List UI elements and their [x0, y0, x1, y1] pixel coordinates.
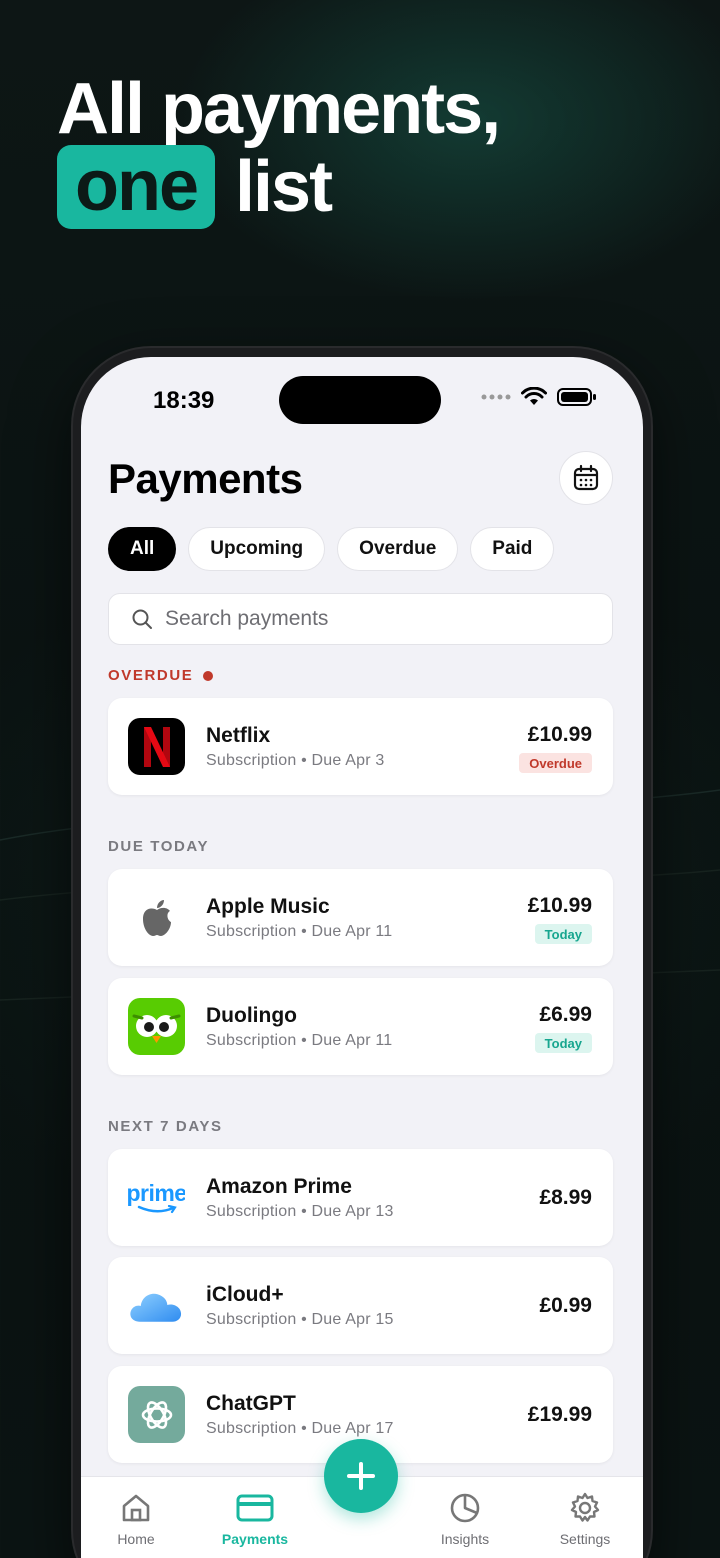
status-badge: Overdue [519, 753, 592, 773]
payment-meta: Subscription • Due Apr 3 [206, 752, 385, 769]
headline-line-1: All payments, [57, 69, 501, 149]
battery-icon [557, 388, 596, 406]
status-time: 18:39 [153, 387, 215, 414]
overdue-dot [203, 670, 214, 681]
payment-amount: £19.99 [527, 1403, 592, 1426]
payment-name: Netflix [206, 724, 271, 747]
tab-payments-label: Payments [221, 1531, 289, 1547]
section-overdue: OVERDUE [108, 667, 214, 684]
status-badge: Today [534, 924, 592, 944]
cloud-icon [130, 1293, 182, 1322]
home-icon [122, 1494, 150, 1522]
headline-highlight: one [57, 145, 216, 229]
status-icons [481, 387, 597, 407]
tab-payments[interactable]: Payments [200, 1491, 310, 1547]
tab-insights[interactable]: Insights [410, 1491, 520, 1547]
plus-icon [347, 1462, 375, 1490]
section-today-label: DUE TODAY [108, 838, 210, 855]
payment-name: Apple Music [206, 895, 330, 918]
netflix-logo-icon [128, 718, 185, 775]
payment-amount: £8.99 [539, 1186, 592, 1209]
payment-name: iCloud+ [206, 1283, 284, 1306]
section-today: DUE TODAY [108, 838, 209, 855]
gear-icon [570, 1492, 600, 1522]
card-icon [236, 1494, 274, 1522]
payment-meta: Subscription • Due Apr 11 [206, 1032, 393, 1049]
status-badge: Today [534, 1033, 592, 1053]
calendar-icon [573, 464, 599, 491]
filter-chips: All Upcoming Overdue Paid [108, 527, 555, 571]
headline-line-2: list [235, 147, 333, 227]
filter-all[interactable]: All [108, 527, 177, 571]
filter-overdue[interactable]: Overdue [337, 527, 459, 571]
phone-frame: 18:39 Payments All Upcoming Overdue Paid… [73, 348, 651, 1558]
payment-card-icloud[interactable]: iCloud+ Subscription • Due Apr 15 £0.99 [108, 1257, 613, 1354]
page-title: Payments [108, 455, 303, 502]
payment-name: Duolingo [206, 1004, 297, 1027]
payment-card-netflix[interactable]: Netflix Subscription • Due Apr 3 £10.99 … [108, 698, 613, 795]
tab-insights-label: Insights [440, 1531, 490, 1547]
payment-name: ChatGPT [206, 1392, 296, 1415]
calendar-button[interactable] [559, 451, 613, 505]
prime-logo-icon: prime [128, 1169, 185, 1226]
search-icon [132, 609, 152, 629]
payment-name: Amazon Prime [206, 1175, 352, 1198]
payment-meta: Subscription • Due Apr 17 [206, 1420, 394, 1437]
search-bar[interactable] [108, 593, 613, 645]
apple-logo-icon [128, 889, 185, 946]
payment-card-duolingo[interactable]: Duolingo Subscription • Due Apr 11 £6.99… [108, 978, 613, 1075]
payment-amount: £10.99 [527, 894, 592, 917]
section-next-7-days: NEXT 7 DAYS [108, 1118, 223, 1135]
payment-meta: Subscription • Due Apr 11 [206, 923, 393, 940]
filter-paid[interactable]: Paid [470, 527, 555, 571]
prime-smile-icon [137, 1204, 177, 1213]
payment-card-amazon-prime[interactable]: prime Amazon Prime Subscription • Due Ap… [108, 1149, 613, 1246]
wifi-icon [521, 387, 547, 405]
tab-home-label: Home [117, 1531, 155, 1547]
payment-meta: Subscription • Due Apr 15 [206, 1311, 394, 1328]
section-overdue-label: OVERDUE [108, 667, 194, 684]
add-payment-button[interactable] [324, 1439, 398, 1513]
tab-settings-label: Settings [559, 1531, 611, 1547]
prime-wordmark: prime [128, 1179, 185, 1206]
app-screen: 18:39 Payments All Upcoming Overdue Paid… [81, 357, 643, 1558]
openai-knot-icon [141, 1400, 172, 1429]
icloud-logo-icon [128, 1277, 185, 1334]
tab-settings[interactable]: Settings [530, 1491, 640, 1547]
tab-home[interactable]: Home [81, 1491, 191, 1547]
payment-amount: £0.99 [539, 1294, 592, 1317]
payment-meta: Subscription • Due Apr 13 [206, 1203, 394, 1220]
filter-upcoming[interactable]: Upcoming [188, 527, 326, 571]
section-next-7-days-label: NEXT 7 DAYS [108, 1118, 223, 1135]
netflix-n-icon [143, 726, 170, 767]
apple-icon [142, 899, 171, 936]
signal-dots-icon [481, 394, 511, 400]
payment-amount: £10.99 [527, 723, 592, 746]
tab-bar: Home Payments Insights Settings [81, 1439, 643, 1558]
dynamic-island [279, 376, 441, 424]
chatgpt-logo-icon [128, 1386, 185, 1443]
duolingo-logo-icon [128, 998, 185, 1055]
payment-card-apple-music[interactable]: Apple Music Subscription • Due Apr 11 £1… [108, 869, 613, 966]
search-input[interactable] [165, 607, 585, 631]
pie-chart-icon [450, 1493, 480, 1523]
headline: All payments, one list [57, 69, 501, 229]
payment-amount: £6.99 [539, 1003, 592, 1026]
duolingo-owl-icon [132, 1014, 181, 1043]
